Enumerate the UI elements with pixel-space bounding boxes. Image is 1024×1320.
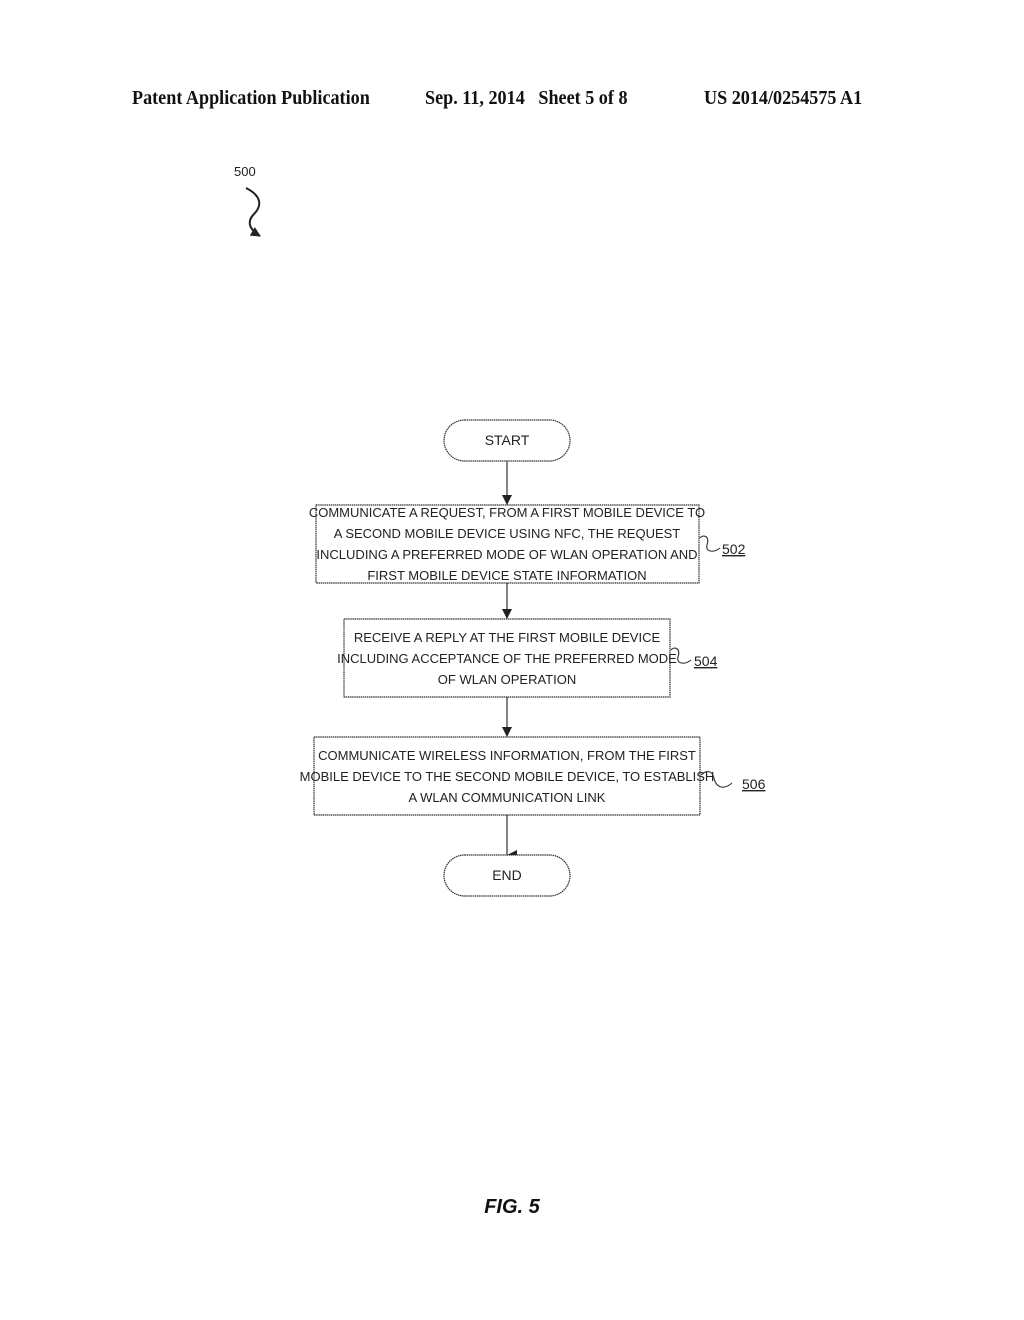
process-box-504: RECEIVE A REPLY AT THE FIRST MOBILE DEVI… (337, 618, 677, 698)
step-506-line-2: MOBILE DEVICE TO THE SECOND MOBILE DEVIC… (300, 769, 715, 784)
flowchart: 500 START COMMUNICATE A REQUEST, FROM A … (234, 164, 766, 897)
start-label: START (485, 432, 530, 448)
process-box-502: COMMUNICATE A REQUEST, FROM A FIRST MOBI… (309, 504, 705, 584)
step-502-reference: 502 (722, 541, 746, 557)
step-506-line-1: COMMUNICATE WIRELESS INFORMATION, FROM T… (318, 748, 696, 763)
leader-502-icon (699, 535, 721, 552)
step-504-line-2: INCLUDING ACCEPTANCE OF THE PREFERRED MO… (337, 651, 677, 666)
step-502-line-3: INCLUDING A PREFERRED MODE OF WLAN OPERA… (316, 547, 697, 562)
step-502-line-1: COMMUNICATE A REQUEST, FROM A FIRST MOBI… (309, 505, 705, 520)
figure-reference-arrow-icon (245, 187, 261, 237)
step-506-reference: 506 (742, 776, 766, 792)
step-502-line-4: FIRST MOBILE DEVICE STATE INFORMATION (367, 568, 646, 583)
process-box-506: COMMUNICATE WIRELESS INFORMATION, FROM T… (300, 736, 715, 816)
end-terminal: END (443, 854, 571, 897)
start-terminal: START (443, 419, 571, 462)
figure-reference-label: 500 (234, 164, 256, 179)
step-504-line-1: RECEIVE A REPLY AT THE FIRST MOBILE DEVI… (354, 630, 661, 645)
end-label: END (492, 867, 522, 883)
figure-caption: FIG. 5 (484, 1196, 540, 1218)
step-504-reference: 504 (694, 653, 718, 669)
step-506-line-3: A WLAN COMMUNICATION LINK (409, 790, 606, 805)
step-502-line-2: A SECOND MOBILE DEVICE USING NFC, THE RE… (334, 526, 681, 541)
step-504-line-3: OF WLAN OPERATION (438, 672, 576, 687)
